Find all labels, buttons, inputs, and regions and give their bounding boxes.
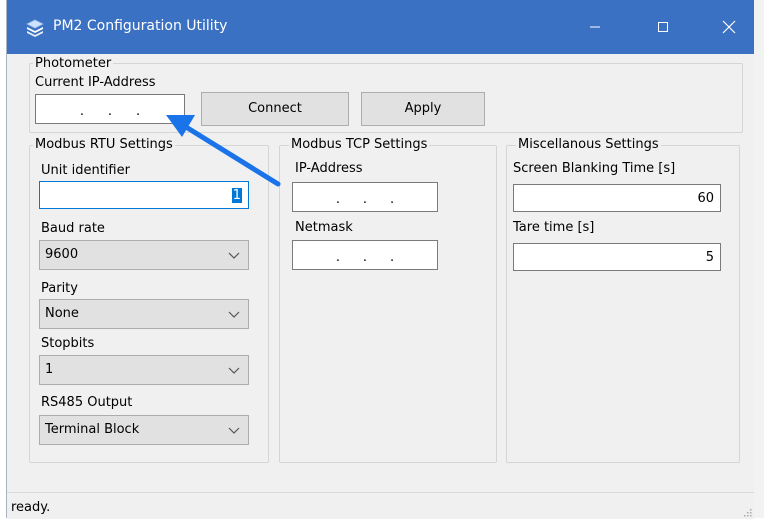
baud-rate-value: 9600 <box>45 247 79 262</box>
parity-value: None <box>45 306 79 321</box>
minimize-button[interactable] <box>573 0 617 54</box>
tcp-ip-input[interactable]: ... <box>292 182 438 212</box>
apply-button[interactable]: Apply <box>361 92 485 126</box>
size-grip-icon[interactable] <box>742 507 752 517</box>
stopbits-label: Stopbits <box>41 336 95 351</box>
modbus-tcp-legend: Modbus TCP Settings <box>289 137 430 153</box>
status-text: ready. <box>11 500 51 515</box>
screen-blanking-input[interactable]: 60 <box>513 184 721 212</box>
chevron-down-icon <box>228 427 240 434</box>
connect-button[interactable]: Connect <box>201 92 349 126</box>
baud-rate-select[interactable]: 9600 <box>39 240 249 270</box>
screen-blanking-label: Screen Blanking Time [s] <box>513 161 676 176</box>
status-bar: ready. <box>7 492 754 519</box>
app-window: PM2 Configuration Utility Photometer Cur… <box>6 0 754 519</box>
tare-time-input[interactable]: 5 <box>513 243 721 271</box>
close-button[interactable] <box>707 0 751 54</box>
rs485-output-select[interactable]: Terminal Block <box>39 415 249 445</box>
close-icon <box>722 20 736 34</box>
unit-identifier-label: Unit identifier <box>41 163 130 178</box>
current-ip-label: Current IP-Address <box>35 75 156 90</box>
rs485-output-value: Terminal Block <box>45 422 140 437</box>
unit-identifier-value: 1 <box>231 188 242 203</box>
window-title: PM2 Configuration Utility <box>53 18 228 34</box>
app-icon <box>26 19 44 37</box>
chevron-down-icon <box>228 252 240 259</box>
current-ip-input[interactable]: ... <box>35 94 185 124</box>
netmask-label: Netmask <box>295 220 353 235</box>
chevron-down-icon <box>228 311 240 318</box>
stopbits-value: 1 <box>45 362 54 377</box>
chevron-down-icon <box>228 367 240 374</box>
stopbits-select[interactable]: 1 <box>39 355 249 385</box>
netmask-input[interactable]: ... <box>292 240 438 270</box>
minimize-icon <box>590 26 600 28</box>
baud-rate-label: Baud rate <box>41 221 105 236</box>
misc-settings-legend: Miscellanous Settings <box>516 137 661 153</box>
title-bar[interactable]: PM2 Configuration Utility <box>7 0 754 54</box>
tare-time-label: Tare time [s] <box>513 220 595 235</box>
maximize-icon <box>658 22 668 32</box>
rs485-output-label: RS485 Output <box>41 395 133 410</box>
parity-label: Parity <box>41 281 78 296</box>
unit-identifier-input[interactable]: 1 <box>39 181 249 209</box>
maximize-button[interactable] <box>641 0 685 54</box>
photometer-legend: Photometer <box>33 56 114 72</box>
tcp-ip-label: IP-Address <box>295 161 363 176</box>
parity-select[interactable]: None <box>39 299 249 329</box>
modbus-rtu-legend: Modbus RTU Settings <box>33 137 175 153</box>
background-edge <box>754 0 764 518</box>
